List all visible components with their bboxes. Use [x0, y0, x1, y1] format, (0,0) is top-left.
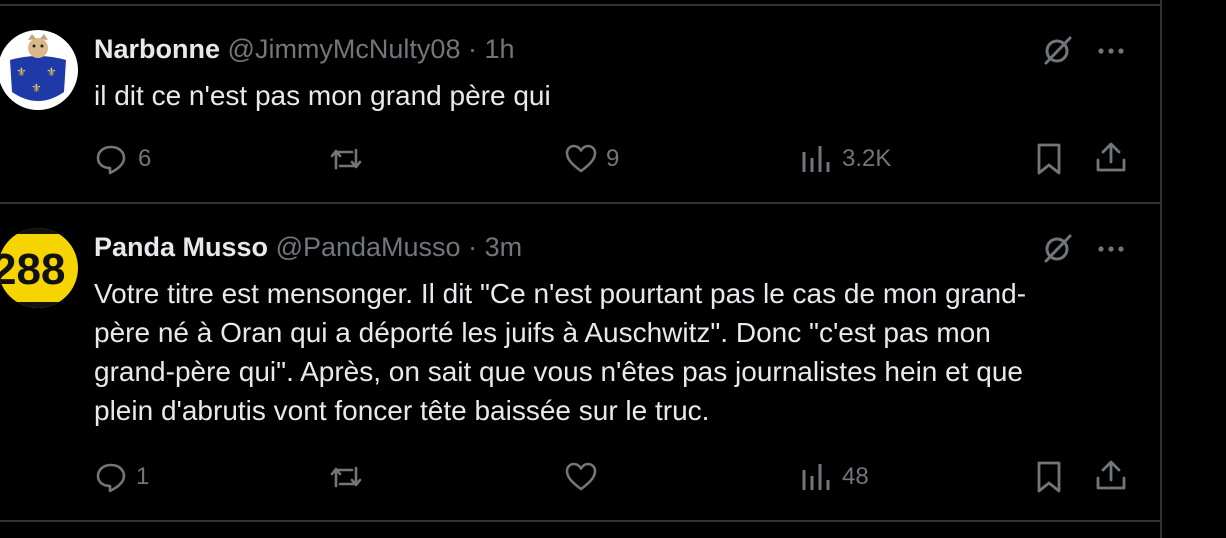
reply-icon[interactable]: [94, 142, 128, 176]
side-panel-edge: [1184, 0, 1226, 538]
tweet-header: Narbonne @JimmyMcNulty08 · 1h: [94, 32, 515, 66]
reply-count: 6: [138, 145, 152, 172]
tweet-text-line: Votre titre est mensonger. Il dit "Ce n'…: [94, 278, 1027, 309]
user-handle[interactable]: @PandaMusso: [276, 232, 461, 262]
share-icon[interactable]: [1094, 140, 1128, 174]
views-icon[interactable]: [800, 460, 832, 494]
tweet-text: Votre titre est mensonger. Il dit "Ce n'…: [94, 274, 1124, 430]
like-count: 9: [606, 145, 620, 172]
avatar[interactable]: ⚜ ⚜ ⚜: [0, 30, 78, 110]
svg-text:⚜: ⚜: [31, 81, 42, 95]
grok-icon[interactable]: [1040, 34, 1074, 68]
bookmark-icon[interactable]: [1034, 460, 1064, 494]
tweet-text: il dit ce n'est pas mon grand père qui: [94, 80, 551, 111]
views-icon[interactable]: [800, 142, 832, 176]
tweet-text-line: grand-père qui". Après, on sait que vous…: [94, 356, 1023, 387]
fleur-de-lis-shield-avatar: ⚜ ⚜ ⚜: [0, 30, 78, 110]
svg-text:⚜: ⚜: [16, 65, 27, 79]
more-options-icon[interactable]: [1094, 232, 1128, 266]
user-handle[interactable]: @JimmyMcNulty08: [228, 34, 461, 64]
repost-icon[interactable]: [328, 142, 364, 176]
svg-text:⚜: ⚜: [46, 65, 57, 79]
display-name[interactable]: Narbonne: [94, 34, 220, 64]
separator-dot: ·: [468, 232, 478, 262]
grok-icon[interactable]: [1040, 232, 1074, 266]
tweet-text-line: père né à Oran qui a déporté les juifs à…: [94, 317, 991, 348]
svg-text:288: 288: [0, 245, 65, 294]
views-count: 48: [842, 463, 869, 490]
like-icon[interactable]: [564, 460, 598, 494]
display-name[interactable]: Panda Musso: [94, 232, 268, 262]
separator-dot: ·: [467, 34, 477, 64]
number-288-avatar: 288: [0, 228, 78, 308]
timestamp[interactable]: 1h: [485, 34, 515, 64]
like-icon[interactable]: [564, 142, 598, 176]
timestamp[interactable]: 3m: [485, 232, 523, 262]
tweet-header: Panda Musso @PandaMusso · 3m: [94, 230, 522, 264]
timeline-feed: ⚜ ⚜ ⚜ Narbonne @JimmyMcNulty08 · 1h il d…: [0, 0, 1162, 538]
bookmark-icon[interactable]: [1034, 142, 1064, 176]
more-options-icon[interactable]: [1094, 34, 1128, 68]
reply-icon[interactable]: [94, 460, 128, 494]
views-count: 3.2K: [842, 145, 892, 172]
share-icon[interactable]: [1094, 458, 1128, 492]
tweet-text-line: plein d'abrutis vont foncer tête baissée…: [94, 395, 710, 426]
repost-icon[interactable]: [328, 460, 364, 494]
avatar[interactable]: 288: [0, 228, 78, 308]
reply-count: 1: [136, 463, 150, 490]
